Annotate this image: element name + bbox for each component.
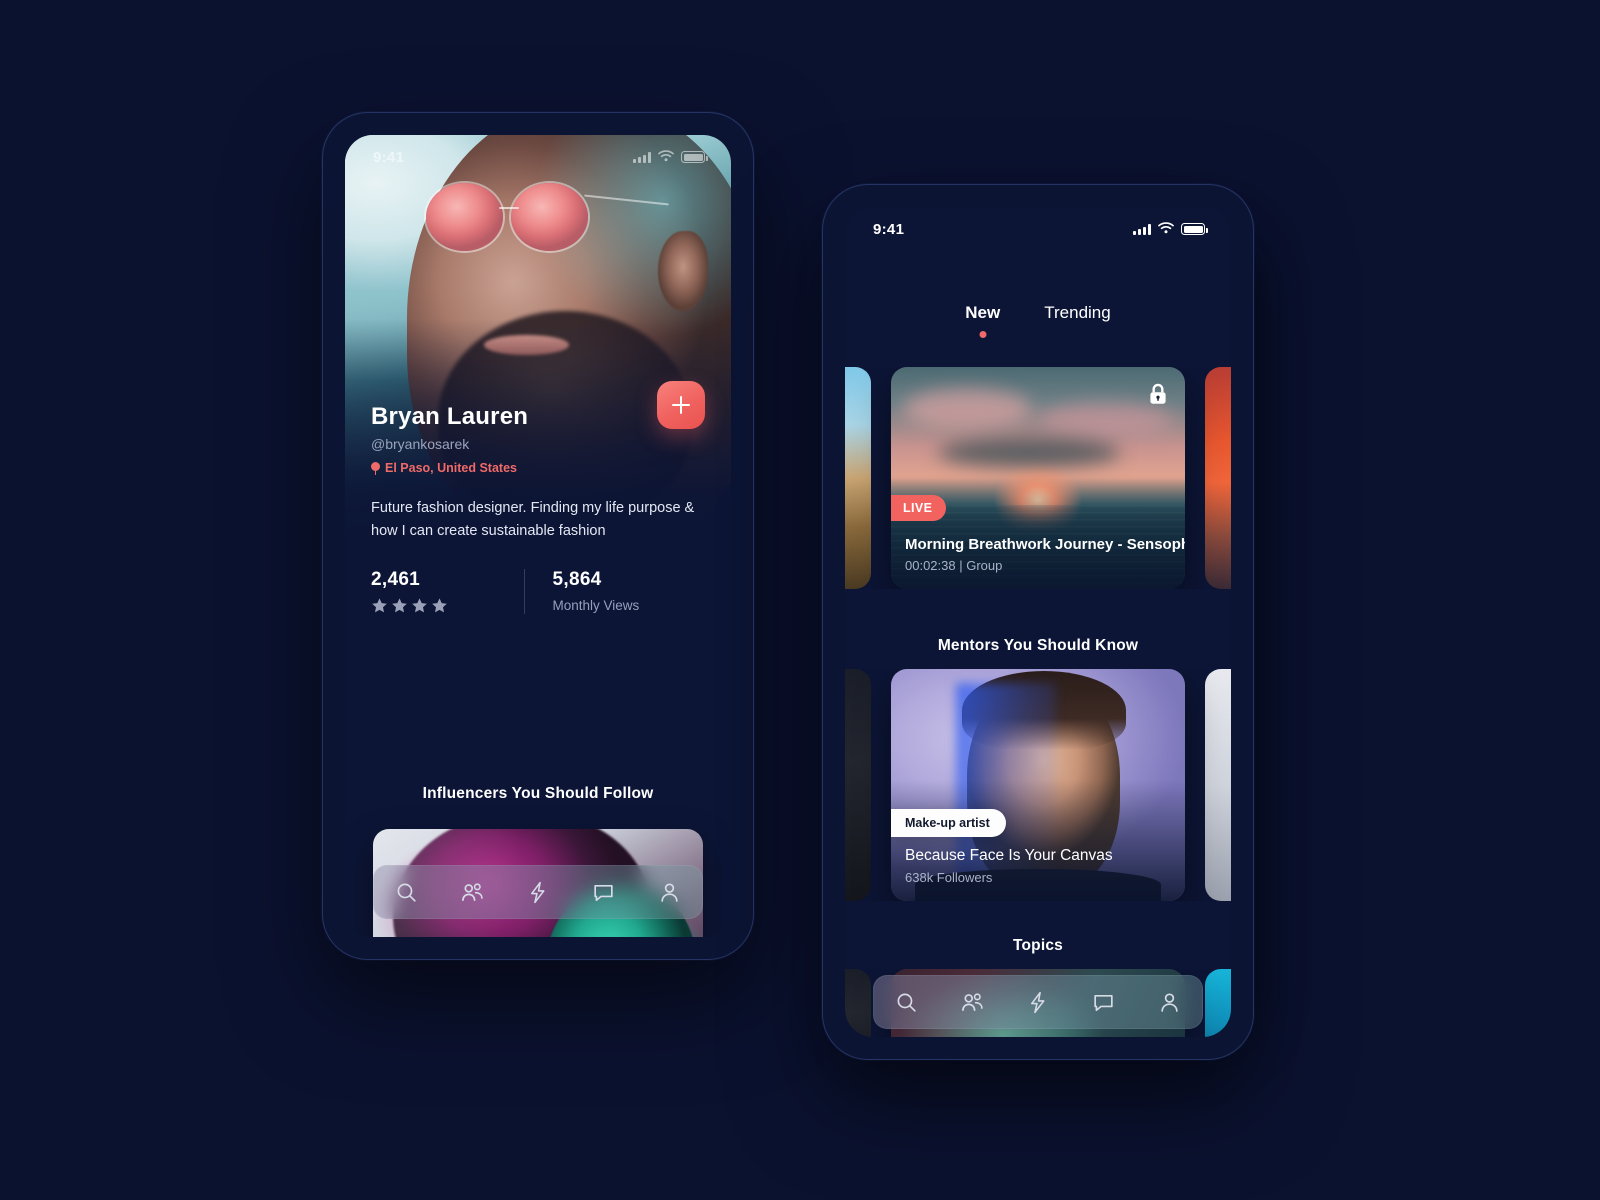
profile-location: El Paso, United States [371,461,705,475]
live-card-title: Morning Breathwork Journey - Sensophy [905,536,1185,553]
left-status-bar: 9:41 [345,135,731,179]
battery-full-icon [1181,223,1208,235]
profile-stats: 2,461 5,864 Monthly Views [371,568,706,614]
star-icon [431,597,448,614]
profile-bio: Future fashion designer. Finding my life… [371,500,695,539]
status-time: 9:41 [373,148,405,166]
live-carousel[interactable]: LIVE Morning Breathwork Journey - Sensop… [845,367,1231,589]
tab-trending[interactable]: Trending [1044,303,1110,323]
feed-tabs: New Trending [845,303,1231,338]
star-icon [371,597,388,614]
mentor-card-subtitle: 638k Followers [905,870,993,885]
person-icon[interactable] [657,880,682,905]
left-screen: 9:41 Bryan Lauren @bryankosarek El Paso,… [345,135,731,937]
chat-icon[interactable] [591,880,616,905]
plus-icon [672,396,690,414]
add-follow-button[interactable] [657,381,705,429]
stat-rating-value: 2,461 [371,568,421,590]
stat-monthly-views: 5,864 Monthly Views [523,568,706,614]
tab-new[interactable]: New [965,303,1001,338]
mentor-card-title: Because Face Is Your Canvas [905,847,1113,864]
stat-views-value: 5,864 [552,568,602,590]
wifi-icon [1158,221,1174,238]
mentors-title: Mentors You Should Know [937,637,1139,654]
live-peek-left[interactable] [845,367,871,589]
cellular-bars-icon [1133,223,1151,235]
status-time: 9:41 [873,220,905,238]
lock-icon[interactable] [1145,381,1171,407]
phone-left: 9:41 Bryan Lauren @bryankosarek El Paso,… [322,112,754,960]
star-icon [411,597,428,614]
live-card[interactable]: LIVE Morning Breathwork Journey - Sensop… [891,367,1185,589]
lightning-icon[interactable] [1025,990,1050,1015]
mentor-peek-right[interactable] [1205,669,1231,901]
profile-info: Bryan Lauren @bryankosarek El Paso, Unit… [345,381,731,614]
app-canvas: 9:41 Bryan Lauren @bryankosarek El Paso,… [0,0,1600,1200]
battery-full-icon [681,151,708,163]
live-card-meta: 00:02:38 | Group [905,558,1003,573]
status-indicators [1133,221,1208,238]
topic-peek-right[interactable] [1205,969,1231,1037]
influencers-title: Influencers You Should Follow [422,785,654,802]
left-bottom-nav[interactable] [373,865,703,919]
search-icon[interactable] [394,880,419,905]
map-pin-icon [371,461,380,475]
people-icon[interactable] [960,990,985,1015]
profile-handle: @bryankosarek [371,436,470,452]
chat-icon[interactable] [1091,990,1116,1015]
people-icon[interactable] [460,880,485,905]
active-tab-indicator-dot [979,331,987,338]
star-rating [371,597,524,614]
person-icon[interactable] [1157,990,1182,1015]
right-bottom-nav[interactable] [873,975,1203,1029]
search-icon[interactable] [894,990,919,1015]
mentor-peek-left[interactable] [845,669,871,901]
live-badge: LIVE [891,495,947,521]
sunglasses-right-lens [510,183,589,251]
status-indicators [633,149,708,166]
profile-name: Bryan Lauren [371,403,529,430]
topic-peek-left[interactable] [845,969,871,1037]
stat-views-label: Monthly Views [552,597,640,613]
profile-location-label: El Paso, United States [385,461,517,475]
wifi-icon [658,149,674,166]
mentor-card[interactable]: Make-up artist Because Face Is Your Canv… [891,669,1185,901]
phone-right: 9:41 New Trending LIVE Morning Breathwor… [822,184,1254,1060]
sunglasses-left-lens [426,183,504,251]
star-icon [391,597,408,614]
topics-title: Topics [1012,937,1063,954]
cellular-bars-icon [633,151,651,163]
tab-trending-label: Trending [1044,303,1111,322]
live-peek-right[interactable] [1205,367,1231,589]
mentors-carousel[interactable]: Make-up artist Because Face Is Your Canv… [845,669,1231,901]
lightning-icon[interactable] [525,880,550,905]
right-screen: 9:41 New Trending LIVE Morning Breathwor… [845,207,1231,1037]
stat-rating: 2,461 [371,569,524,614]
right-status-bar: 9:41 [845,207,1231,251]
tab-new-label: New [965,303,1001,322]
mentor-tag: Make-up artist [891,809,1006,837]
